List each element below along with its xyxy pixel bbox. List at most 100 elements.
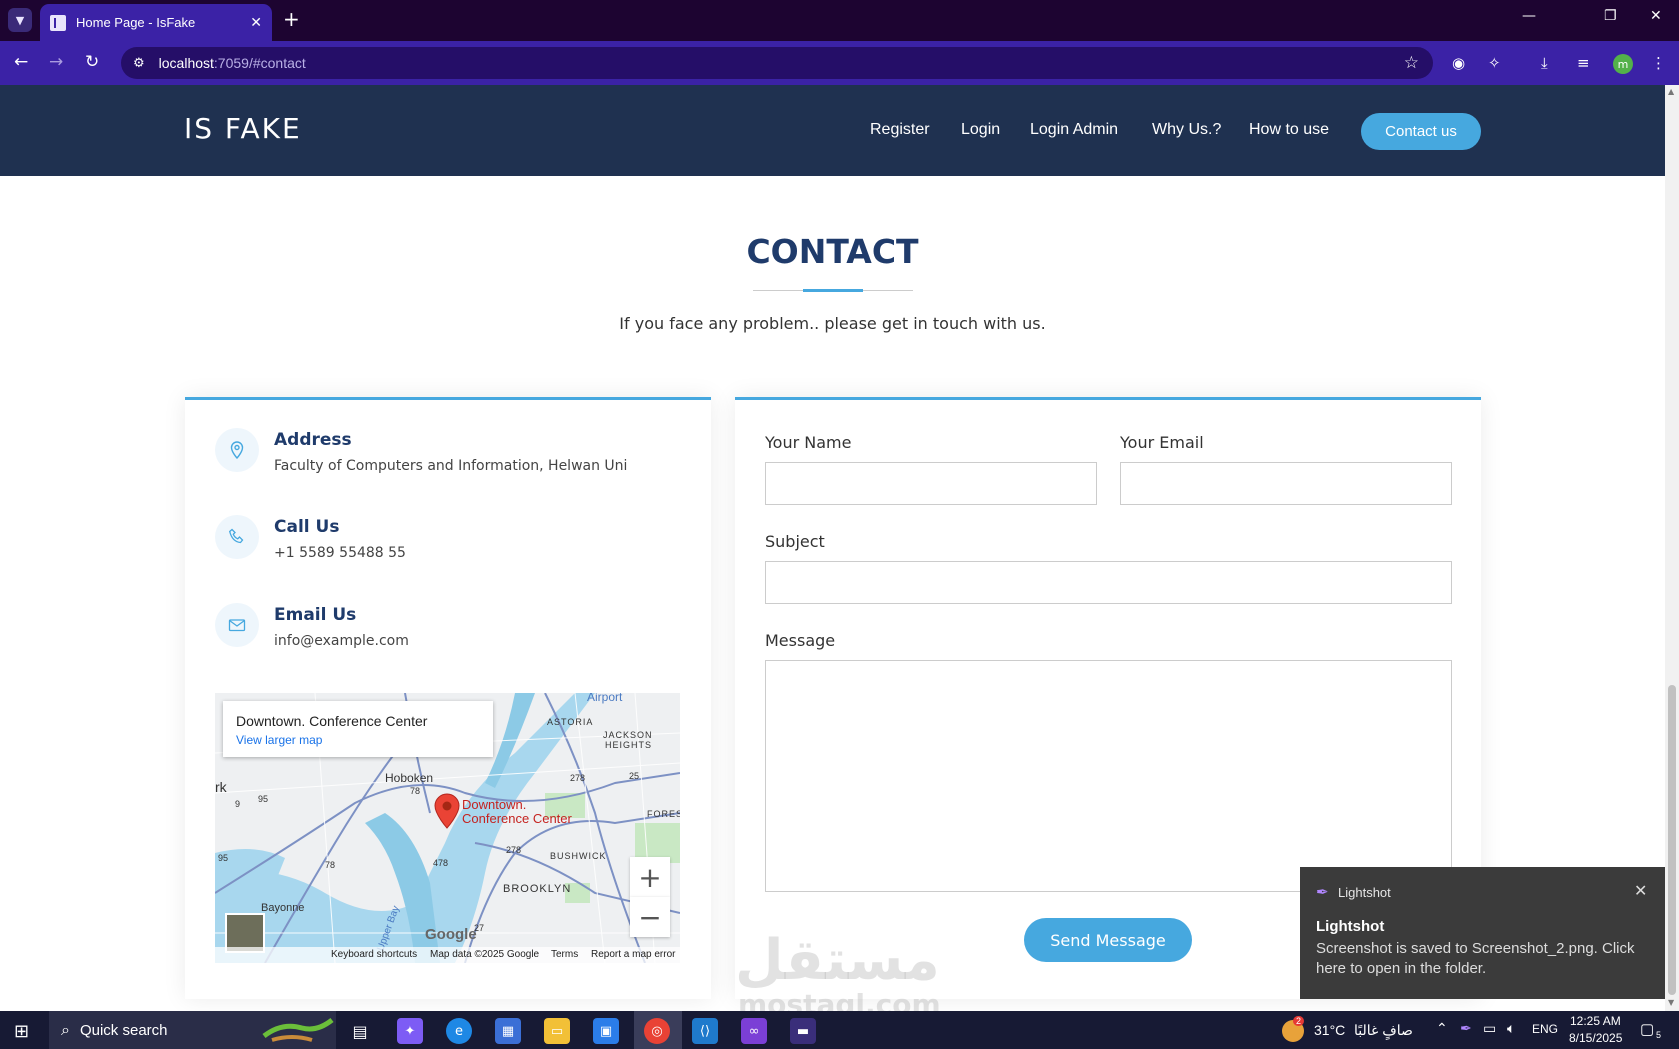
close-icon[interactable]: ✕ [1634,881,1647,900]
browser-tab-active[interactable]: Home Page - IsFake ✕ [40,4,272,41]
map-footer: Keyboard shortcuts Map data ©2025 Google… [215,947,680,963]
route-shield: 78 [410,786,421,796]
contact-us-button[interactable]: Contact us [1361,113,1481,150]
chrome-icon[interactable]: ◎ [644,1018,670,1044]
close-icon[interactable]: ✕ [250,15,262,31]
route-shield: 78 [325,860,336,870]
temperature[interactable]: 31°C [1314,1022,1345,1038]
clock-date[interactable]: 8/15/2025 [1569,1031,1622,1045]
extension-icon[interactable]: ◉ [1452,54,1465,72]
page-scrollbar[interactable]: ▲ ▼ [1665,85,1679,1011]
menu-kebab-icon[interactable]: ⋮ [1651,54,1666,72]
store-icon[interactable]: ▦ [495,1018,521,1044]
route-shield: 478 [433,858,449,868]
weather-text[interactable]: صافٍ غالبًا [1354,1022,1413,1039]
section-subtitle: If you face any problem.. please get in … [619,314,1046,333]
browser-toolbar: ← → ↻ ⚙ localhost:7059/#contact ☆ ◉ ✧ ⤓ … [0,41,1679,85]
lightshot-notification[interactable]: ✒ Lightshot ✕ Lightshot Screenshot is sa… [1300,867,1665,999]
route-shield: 9 [235,799,241,809]
nav-why-us[interactable]: Why Us.? [1152,121,1221,139]
bookmark-star-icon[interactable]: ☆ [1404,53,1419,73]
map-label-bayonne: Bayonne [261,902,305,914]
nav-how-to-use[interactable]: How to use [1249,121,1329,139]
terms-link[interactable]: Terms [551,949,578,960]
notification-icon[interactable]: ▢ [1640,1020,1654,1038]
profile-avatar[interactable]: m [1613,54,1633,74]
map-label-hoboken: Hoboken [385,771,434,785]
scrollbar-thumb[interactable] [1668,685,1676,995]
extensions-puzzle-icon[interactable]: ✧ [1488,54,1501,72]
route-shield: 95 [218,853,229,863]
report-map-error-link[interactable]: Report a map error [591,949,675,960]
taskbar-search[interactable]: ⌕ Quick search [49,1011,336,1049]
zoom-in-button[interactable]: + [630,857,670,897]
installer-icon[interactable]: ▣ [593,1018,619,1044]
close-window-icon[interactable]: ✕ [1650,8,1662,24]
terminal-icon[interactable]: ▬ [790,1018,816,1044]
back-icon[interactable]: ← [14,52,28,72]
weather-badge: 2 [1293,1016,1305,1026]
call-label: Call Us [274,517,340,537]
minimize-icon[interactable]: — [1522,8,1536,24]
clock-time[interactable]: 12:25 AM [1570,1014,1621,1028]
send-message-button[interactable]: Send Message [1024,918,1192,962]
visual-studio-icon[interactable]: ∞ [741,1018,767,1044]
map-pin-icon [215,428,259,472]
map-label-astoria: ASTORIA [547,717,594,727]
pin-label-line1: Downtown. [462,797,527,812]
language-indicator[interactable]: ENG [1532,1022,1558,1036]
subject-input[interactable] [765,561,1452,604]
email-label: Your Email [1120,433,1204,452]
email-input[interactable] [1120,462,1452,505]
restore-icon[interactable]: ❐ [1604,8,1617,24]
vscode-icon[interactable]: ⟨⟩ [692,1018,718,1044]
media-controls-icon[interactable]: ≡ [1577,54,1590,72]
scroll-down-icon[interactable]: ▼ [1668,998,1674,1007]
forward-icon[interactable]: → [49,52,63,72]
network-icon[interactable]: ▭ [1483,1020,1496,1037]
site-logo[interactable]: IS FAKE [184,112,302,145]
nav-login-admin[interactable]: Login Admin [1030,121,1118,139]
reload-icon[interactable]: ↻ [85,52,99,72]
download-icon[interactable]: ⤓ [1541,54,1548,72]
notification-heading: Lightshot [1316,918,1385,935]
task-view-icon[interactable]: ▤ [347,1018,373,1044]
new-tab-button[interactable]: + [283,9,300,29]
url-path: :7059/#contact [213,55,306,71]
email-label: Email Us [274,605,357,625]
keyboard-shortcuts-link[interactable]: Keyboard shortcuts [331,949,417,960]
windows-start-icon[interactable]: ⊞ [14,1021,29,1042]
search-highlight-image [262,1014,334,1046]
notification-app-name: Lightshot [1338,885,1391,900]
map-label-jackson: JACKSON [603,730,653,740]
embedded-map[interactable]: Airport ASTORIA JACKSON HEIGHTS Hoboken … [215,693,680,963]
address-value: Faculty of Computers and Information, He… [274,458,628,474]
map-label-bushwick: BUSHWICK [550,851,607,861]
message-textarea[interactable] [765,660,1452,892]
scroll-up-icon[interactable]: ▲ [1668,87,1674,96]
volume-icon[interactable]: 🔈︎ [1507,1020,1515,1037]
feather-icon: ✒ [1316,883,1329,901]
file-explorer-icon[interactable]: ▭ [544,1018,570,1044]
message-label: Message [765,631,836,650]
lightshot-tray-icon[interactable]: ✒ [1460,1020,1472,1037]
tab-search-button[interactable]: ▼ [8,8,32,32]
route-shield: 95 [258,794,269,804]
route-shield: 278 [506,845,522,855]
edge-icon[interactable]: e [446,1018,472,1044]
name-input[interactable] [765,462,1097,505]
map-data-text: Map data ©2025 Google [430,949,540,960]
subject-label: Subject [765,532,825,551]
view-larger-map-link[interactable]: View larger map [236,733,493,747]
zoom-out-button[interactable]: − [630,897,670,937]
map-place-card: Downtown. Conference Center View larger … [223,701,493,757]
call-value: +1 5589 55488 55 [274,545,406,561]
copilot-icon[interactable]: ✦ [397,1018,423,1044]
address-bar[interactable]: ⚙ localhost:7059/#contact ☆ [121,47,1433,79]
windows-taskbar: ⊞ ⌕ Quick search ▤ ✦ e ▦ ▭ ▣ ◎ ⟨⟩ ∞ ▬ 2 … [0,1011,1679,1049]
nav-register[interactable]: Register [870,121,930,139]
nav-login[interactable]: Login [961,121,1000,139]
chevron-up-icon[interactable]: ⌃ [1436,1020,1448,1037]
browser-tab-bar: ▼ Home Page - IsFake ✕ + — ❐ ✕ [0,0,1679,41]
site-info-icon[interactable]: ⚙ [133,56,145,71]
